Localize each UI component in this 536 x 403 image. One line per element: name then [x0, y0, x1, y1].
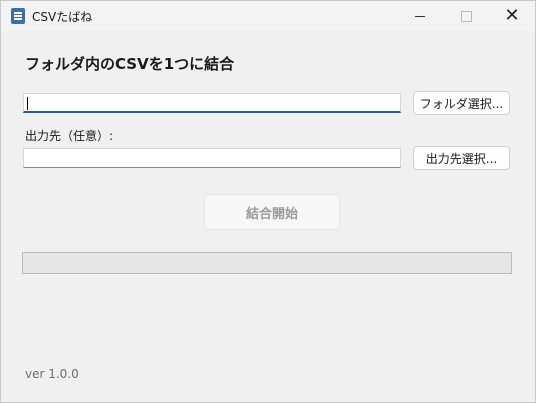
close-icon: ✕: [504, 5, 520, 26]
version-label: ver 1.0.0: [25, 367, 79, 381]
maximize-button[interactable]: [443, 1, 489, 31]
minimize-icon: [415, 15, 425, 17]
output-label: 出力先（任意）:: [25, 129, 114, 143]
select-output-button[interactable]: 出力先選択...: [413, 146, 510, 170]
select-folder-button[interactable]: フォルダ選択...: [413, 91, 510, 115]
page-title: フォルダ内のCSVを1つに結合: [25, 55, 235, 73]
window-title: CSVたばね: [32, 10, 93, 24]
title-bar[interactable]: CSVたばね ✕: [1, 1, 535, 31]
start-merge-button[interactable]: 結合開始: [204, 194, 340, 230]
minimize-button[interactable]: [397, 1, 443, 31]
close-button[interactable]: ✕: [489, 1, 535, 31]
app-window: CSVたばね ✕ フォルダ内のCSVを1つに結合 フォルダ選択... 出力先（任…: [0, 0, 536, 403]
progress-bar: [22, 252, 512, 274]
text-caret: [27, 97, 28, 110]
app-document-icon: [11, 8, 25, 24]
output-path-input[interactable]: [23, 148, 401, 168]
maximize-icon: [460, 10, 472, 22]
folder-path-input[interactable]: [23, 93, 401, 113]
